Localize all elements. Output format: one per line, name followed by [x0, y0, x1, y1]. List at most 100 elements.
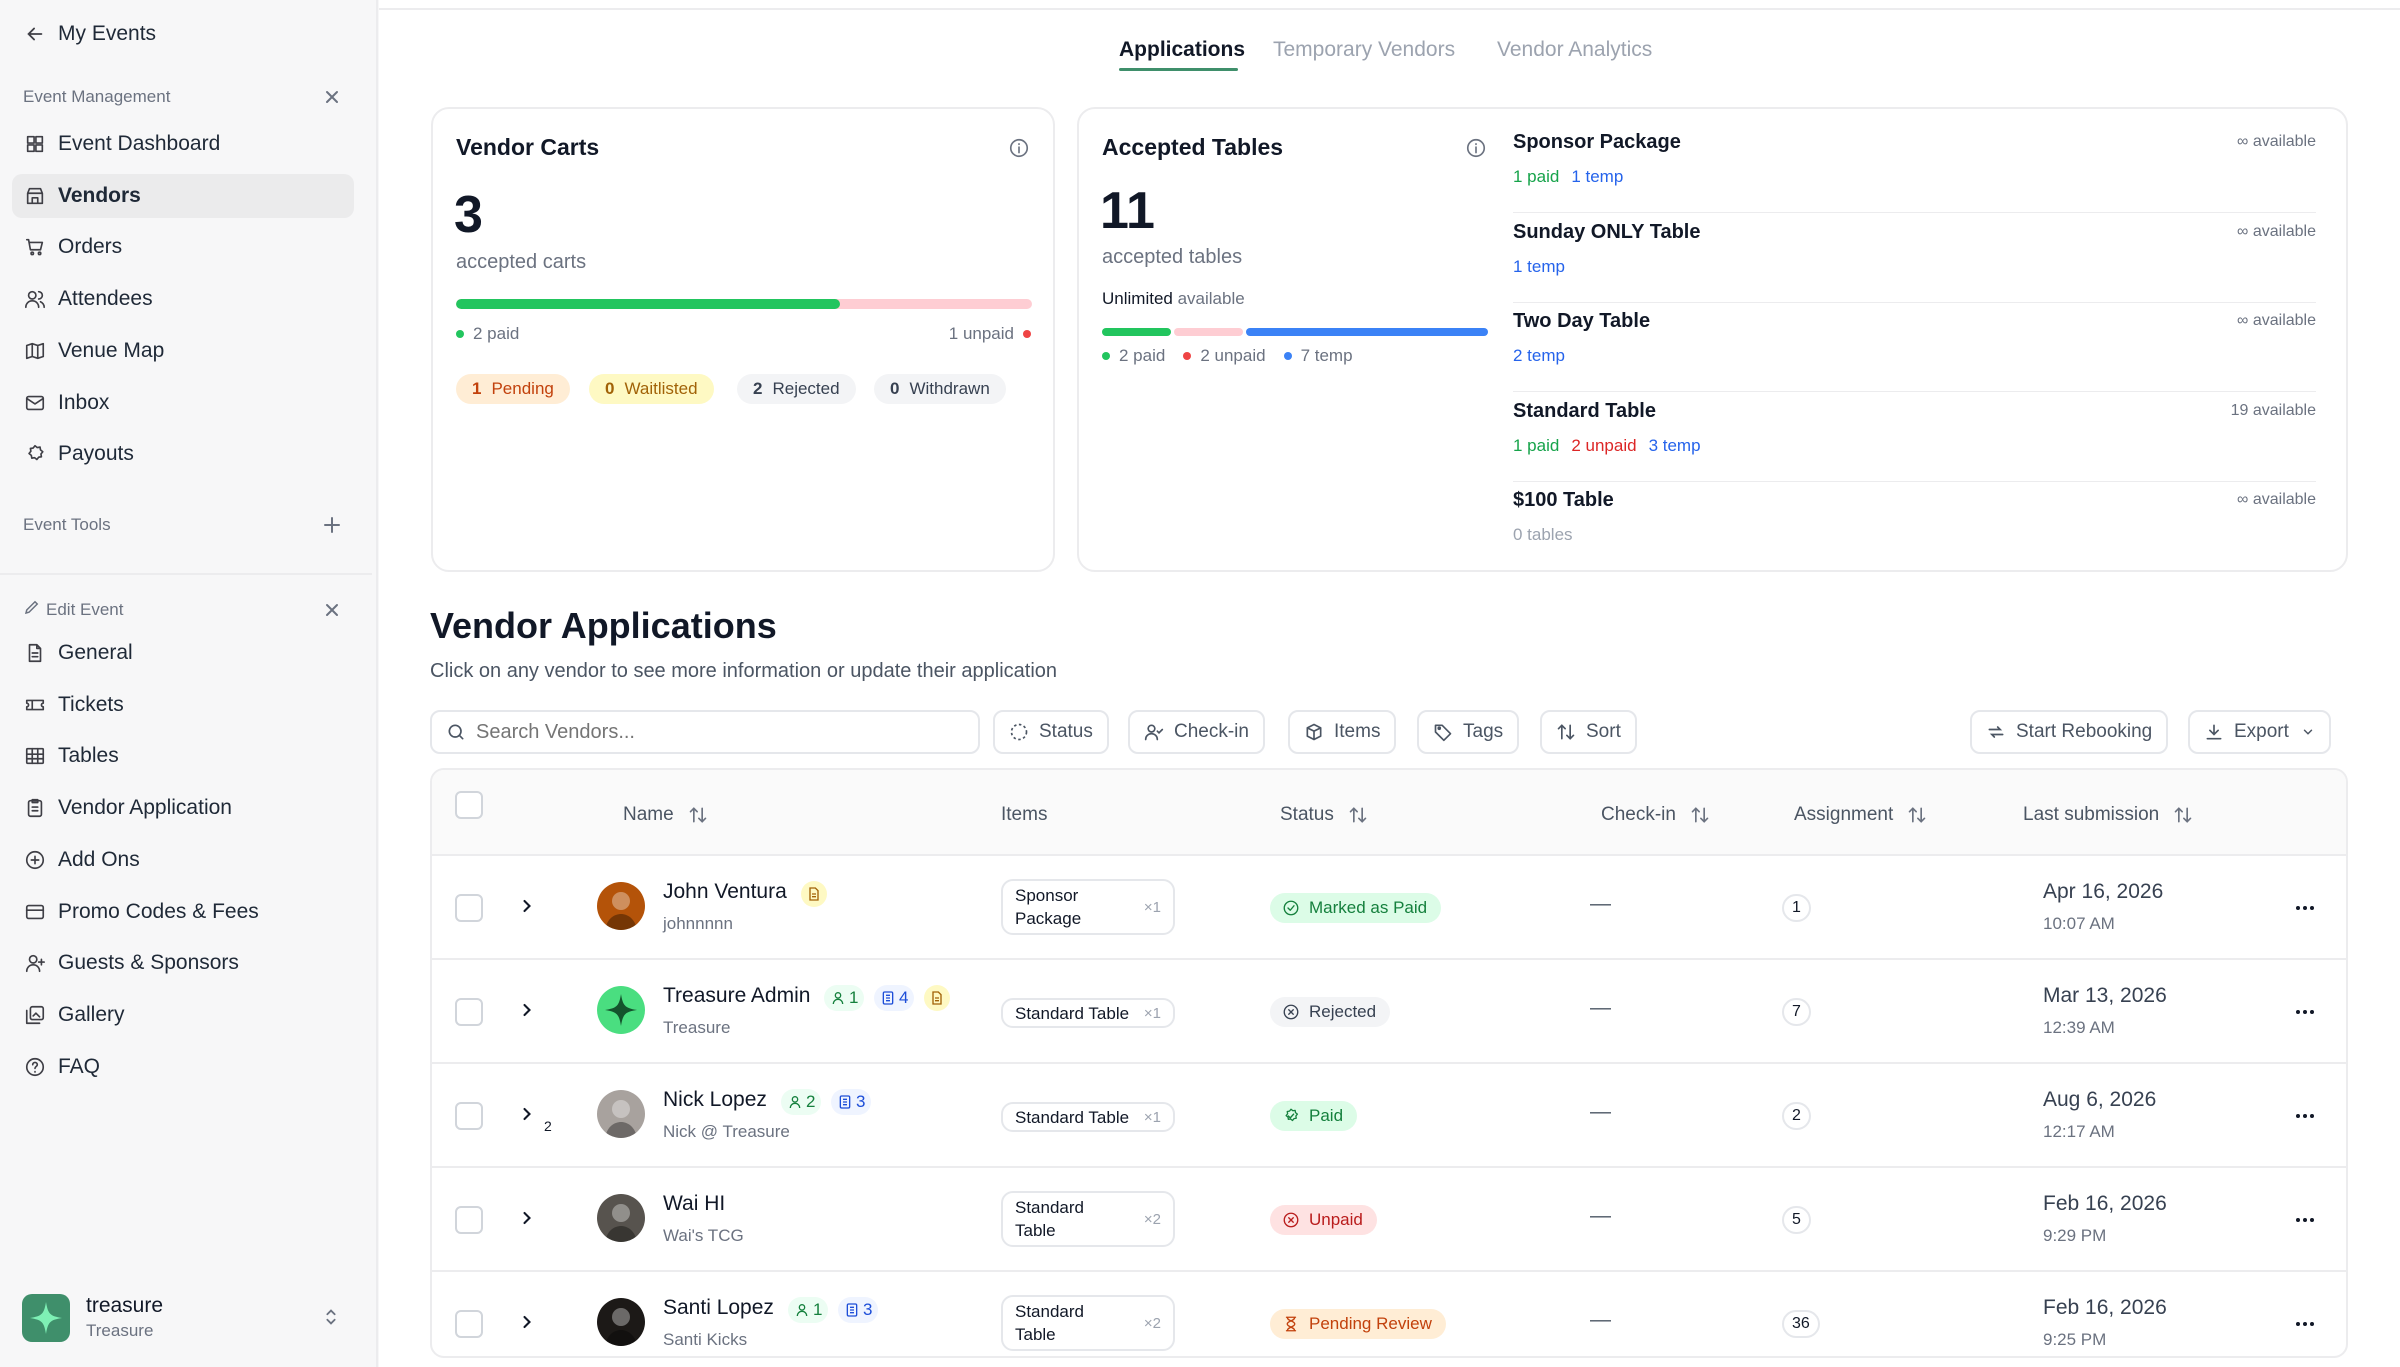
- back-to-my-events[interactable]: My Events: [12, 12, 354, 56]
- sidebar-item-tickets[interactable]: Tickets: [12, 683, 354, 727]
- member-count-badge[interactable]: 2: [781, 1089, 822, 1115]
- sidebar-item-general[interactable]: General: [12, 631, 354, 675]
- items-filter-button[interactable]: Items: [1288, 710, 1397, 754]
- info-icon[interactable]: [1465, 137, 1487, 159]
- sidebar-item-event-dashboard[interactable]: Event Dashboard: [12, 122, 354, 166]
- select-all-checkbox[interactable]: [455, 791, 483, 819]
- sidebar-item-label: Attendees: [58, 287, 153, 311]
- document-count-badge[interactable]: 3: [838, 1297, 879, 1323]
- tab-vendor-analytics[interactable]: Vendor Analytics: [1497, 38, 1652, 62]
- checkin-filter-button[interactable]: Check-in: [1128, 710, 1265, 754]
- sidebar-item-vendors[interactable]: Vendors: [12, 173, 354, 218]
- sidebar-item-orders[interactable]: Orders: [12, 225, 354, 269]
- sidebar-item-add-ons[interactable]: Add Ons: [12, 838, 354, 882]
- chevron-right-icon[interactable]: [517, 1312, 537, 1332]
- info-icon[interactable]: [1008, 137, 1030, 159]
- chevron-right-icon[interactable]: [517, 1208, 537, 1228]
- status-badge[interactable]: Marked as Paid: [1270, 893, 1442, 923]
- tags-filter-button[interactable]: Tags: [1417, 710, 1520, 754]
- column-status[interactable]: Status: [1280, 804, 1368, 826]
- table-type-100-table[interactable]: $100 Table ∞ available 0 tables: [1513, 481, 2316, 571]
- vendor-name[interactable]: John Ventura: [663, 880, 787, 904]
- assignment-badge[interactable]: 2: [1782, 1102, 1811, 1130]
- sidebar-item-gallery[interactable]: Gallery: [12, 993, 354, 1037]
- status-badge[interactable]: Unpaid: [1270, 1205, 1377, 1235]
- assignment-badge[interactable]: 36: [1782, 1310, 1820, 1338]
- vendor-name[interactable]: Wai HI: [663, 1192, 725, 1216]
- table-row[interactable]: 2 Nick Lopez Nick @ Treasure Standard Table…: [432, 1062, 2346, 1166]
- table-row[interactable]: Treasure Admin Treasure Standard Table ×1 Re…: [432, 958, 2346, 1062]
- start-rebooking-button[interactable]: Start Rebooking: [1970, 710, 2169, 754]
- collapse-management-button[interactable]: [320, 85, 344, 109]
- chevron-right-icon[interactable]: [517, 1104, 537, 1124]
- chevron-right-icon[interactable]: [517, 896, 537, 916]
- collapse-edit-event-button[interactable]: [320, 598, 344, 622]
- sidebar-item-guests-sponsors[interactable]: Guests & Sponsors: [12, 941, 354, 985]
- assignment-badge[interactable]: 7: [1782, 998, 1811, 1026]
- row-checkbox[interactable]: [455, 1206, 483, 1234]
- tab-temporary-vendors[interactable]: Temporary Vendors: [1273, 38, 1455, 62]
- column-last-submission[interactable]: Last submission: [2023, 804, 2193, 826]
- vendor-name[interactable]: Treasure Admin: [663, 984, 810, 1008]
- sidebar-item-tables[interactable]: Tables: [12, 734, 354, 778]
- column-name[interactable]: Name: [623, 804, 708, 826]
- status-badge[interactable]: Rejected: [1270, 997, 1391, 1027]
- assignment-badge[interactable]: 1: [1782, 894, 1811, 922]
- account-switcher[interactable]: treasure Treasure: [12, 1290, 354, 1346]
- status-filter-button[interactable]: Status: [993, 710, 1109, 754]
- avatar: [597, 1090, 645, 1138]
- sidebar-item-faq[interactable]: FAQ: [12, 1045, 354, 1089]
- rejected-pill[interactable]: 2 Rejected: [737, 374, 856, 404]
- member-count-badge[interactable]: 1: [824, 985, 865, 1011]
- more-options-icon[interactable]: [2293, 1104, 2317, 1128]
- sidebar-item-vendor-application[interactable]: Vendor Application: [12, 786, 354, 830]
- sidebar-item-inbox[interactable]: Inbox: [12, 381, 354, 425]
- add-event-tool-button[interactable]: [320, 513, 344, 537]
- table-row[interactable]: John Ventura johnnnnn Sponsor Package ×1 Mar…: [432, 854, 2346, 958]
- status-badge[interactable]: Pending Review: [1270, 1309, 1446, 1339]
- export-button[interactable]: Export: [2188, 710, 2331, 754]
- vendor-name[interactable]: Nick Lopez: [663, 1088, 767, 1112]
- row-checkbox[interactable]: [455, 1310, 483, 1338]
- more-options-icon[interactable]: [2293, 1000, 2317, 1024]
- row-checkbox[interactable]: [455, 894, 483, 922]
- column-checkin[interactable]: Check-in: [1601, 804, 1710, 826]
- status-label: Rejected: [1309, 1002, 1377, 1021]
- pending-pill[interactable]: 1 Pending: [456, 374, 570, 404]
- table-type-sunday-only-table[interactable]: Sunday ONLY Table ∞ available 1 temp: [1513, 213, 2316, 303]
- item-quantity: ×1: [1143, 1004, 1161, 1022]
- table-type-two-day-table[interactable]: Two Day Table ∞ available 2 temp: [1513, 302, 2316, 392]
- document-count-badge[interactable]: 4: [874, 985, 915, 1011]
- more-options-icon[interactable]: [2293, 1312, 2317, 1336]
- table-row[interactable]: Santi Lopez Santi Kicks Standard Table ×2 Pe…: [432, 1270, 2346, 1356]
- more-options-icon[interactable]: [2293, 1208, 2317, 1232]
- sidebar-item-label: Inbox: [58, 390, 110, 414]
- note-badge[interactable]: [924, 985, 950, 1011]
- tab-applications[interactable]: Applications: [1119, 38, 1245, 62]
- table-type-sponsor-package[interactable]: Sponsor Package ∞ available 1 paid 1 temp: [1513, 123, 2316, 213]
- table-row[interactable]: Wai HI Wai's TCG Standard Table ×2 Unpaid — 5 F…: [432, 1166, 2346, 1270]
- withdrawn-pill[interactable]: 0 Withdrawn: [874, 374, 1006, 404]
- sidebar-item-promo-codes-fees[interactable]: Promo Codes & Fees: [12, 890, 354, 934]
- chevron-right-icon[interactable]: [517, 1000, 537, 1020]
- waitlisted-pill[interactable]: 0 Waitlisted: [589, 374, 714, 404]
- column-assignment[interactable]: Assignment: [1794, 804, 1927, 826]
- assignment-badge[interactable]: 5: [1782, 1206, 1811, 1234]
- note-badge[interactable]: [801, 881, 827, 907]
- document-count-badge[interactable]: 3: [831, 1089, 872, 1115]
- sidebar-item-payouts[interactable]: Payouts: [12, 432, 354, 476]
- more-options-icon[interactable]: [2293, 896, 2317, 920]
- sidebar-item-venue-map[interactable]: Venue Map: [12, 329, 354, 373]
- search-box[interactable]: [430, 710, 980, 754]
- table-type-standard-table[interactable]: Standard Table 19 available 1 paid 2 unpaid…: [1513, 392, 2316, 482]
- sort-button[interactable]: Sort: [1540, 710, 1637, 754]
- vendor-name[interactable]: Santi Lopez: [663, 1296, 774, 1320]
- table-type-tags: 2 temp: [1513, 346, 1577, 366]
- tag-icon: [1433, 722, 1453, 742]
- row-checkbox[interactable]: [455, 998, 483, 1026]
- row-checkbox[interactable]: [455, 1102, 483, 1130]
- sidebar-item-attendees[interactable]: Attendees: [12, 277, 354, 321]
- search-input[interactable]: [476, 720, 956, 744]
- member-count-badge[interactable]: 1: [788, 1297, 829, 1323]
- status-badge[interactable]: Paid: [1270, 1101, 1358, 1131]
